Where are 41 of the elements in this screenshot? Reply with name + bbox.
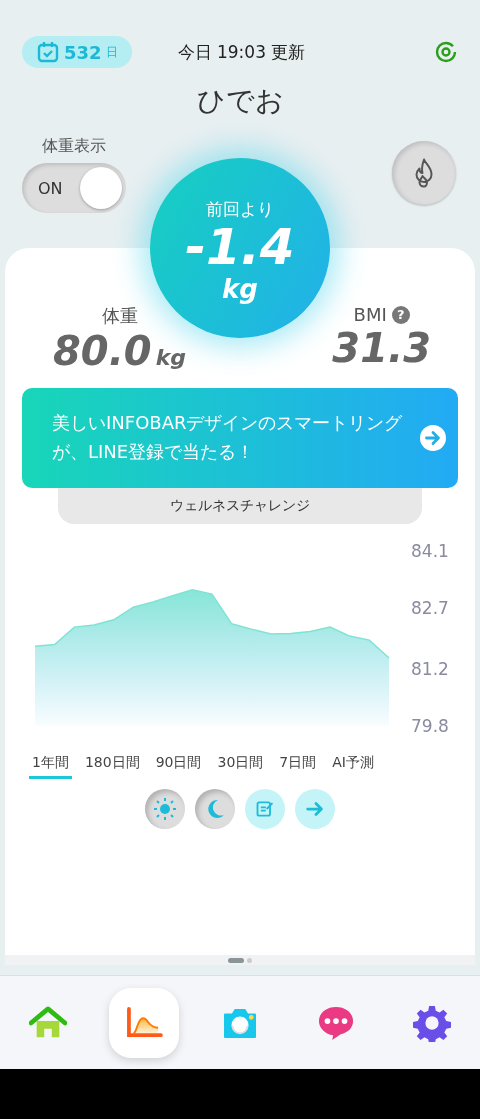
sun-button[interactable] — [145, 789, 185, 829]
settings-icon — [413, 1003, 451, 1042]
change-value: -1.4 — [185, 221, 295, 274]
home-icon — [29, 1005, 67, 1040]
sun-icon — [153, 797, 177, 821]
arrow-button[interactable] — [295, 789, 335, 829]
ring-icon[interactable] — [434, 40, 458, 64]
streak-unit: 日 — [105, 43, 118, 61]
toggle-label: 体重表示 — [42, 136, 106, 157]
weight-display-toggle[interactable]: ON — [22, 163, 126, 213]
camera-icon — [221, 1006, 259, 1039]
period-tab[interactable]: 7日間 — [276, 750, 320, 779]
change-label: 前回より — [206, 198, 274, 222]
y-tick-label: 84.1 — [411, 541, 449, 561]
period-tab[interactable]: 180日間 — [81, 750, 143, 779]
period-tab[interactable]: 1年間 — [29, 750, 72, 779]
note-button[interactable] — [245, 789, 285, 829]
period-tab[interactable]: 90日間 — [152, 750, 205, 779]
weight-value: 80.0 — [53, 328, 152, 374]
graph-tab[interactable] — [109, 987, 179, 1058]
period-tab[interactable]: AI予測 — [329, 750, 377, 779]
flame-button[interactable] — [392, 141, 456, 205]
bmi-label: BMI — [353, 304, 387, 325]
graph-icon — [125, 1006, 163, 1039]
streak-count: 532 — [64, 41, 102, 63]
calendar-check-icon — [36, 40, 60, 64]
y-tick-label: 79.8 — [411, 716, 449, 736]
change-unit: kg — [222, 273, 258, 304]
update-time: 今日 19:03 更新 — [177, 40, 306, 64]
y-tick-label: 81.2 — [411, 659, 449, 679]
chat-bubble-icon — [317, 1004, 355, 1041]
help-badge[interactable]: ? — [391, 305, 410, 324]
weight-unit: kg — [155, 345, 187, 370]
edit-note-icon — [255, 799, 275, 819]
wellness-challenge-tab[interactable]: ウェルネスチャレンジ — [58, 488, 422, 524]
user-name: ひでお — [195, 83, 285, 119]
y-tick-label: 82.7 — [411, 598, 449, 618]
bmi-value: 31.3 — [332, 325, 431, 371]
weight-label: 体重 — [101, 304, 138, 328]
moon-button[interactable] — [195, 789, 235, 829]
period-tab[interactable]: 30日間 — [214, 750, 267, 779]
